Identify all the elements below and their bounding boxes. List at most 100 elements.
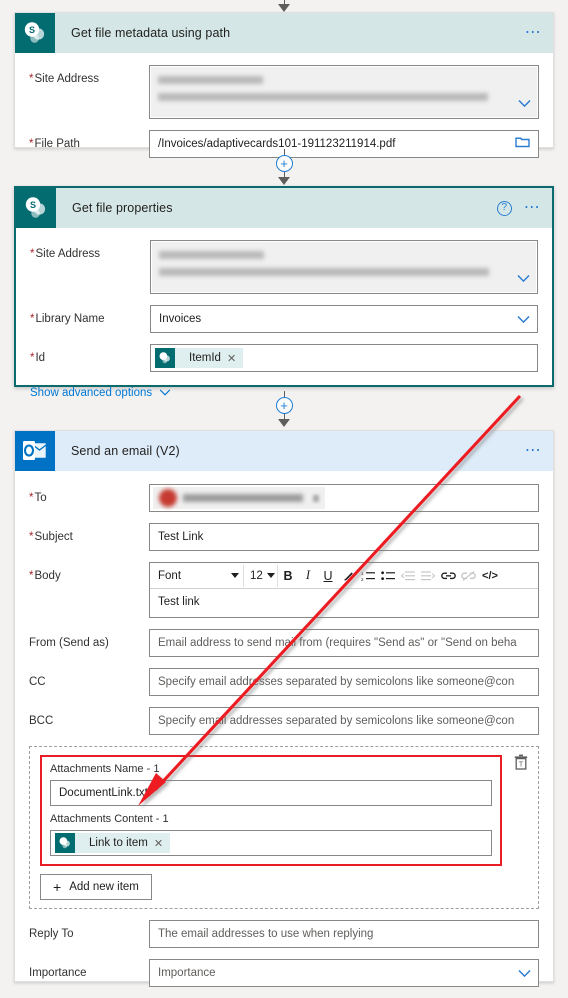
connector-insert-1: + (0, 148, 568, 186)
bold-icon[interactable]: B (278, 565, 298, 587)
to-input[interactable] (149, 484, 539, 512)
chevron-down-icon[interactable] (517, 315, 530, 324)
body-rich-text-editor[interactable]: Font 12 B I U 1 2 </> Test link (149, 562, 539, 618)
chevron-down-icon[interactable] (518, 969, 531, 978)
add-new-item-button[interactable]: + Add new item (40, 874, 152, 900)
svg-text:S: S (29, 25, 35, 35)
field-row-bcc: BCC Specify email addresses separated by… (29, 707, 539, 735)
arrow-head-icon (278, 4, 290, 12)
numbered-list-icon[interactable]: 1 2 (358, 565, 378, 587)
field-label: *Id (30, 352, 46, 364)
token-label: ItemId (189, 352, 221, 364)
font-size-select[interactable]: 12 (244, 564, 278, 587)
card-get-file-metadata-using-path[interactable]: S Get file metadata using path ⋯ *Site A… (14, 12, 554, 158)
card-menu-button[interactable]: ⋯ (525, 25, 543, 41)
field-row-from: From (Send as) Email address to send mai… (29, 629, 539, 657)
required-asterisk: * (30, 352, 35, 364)
plus-icon: + (53, 879, 62, 895)
attachments-name-label: Attachments Name - 1 (50, 763, 160, 775)
help-icon[interactable]: ? (496, 200, 512, 216)
connector-insert-2: + (0, 390, 568, 428)
underline-icon[interactable]: U (318, 565, 338, 587)
recipient-chip[interactable] (153, 487, 325, 509)
svg-text:S: S (30, 200, 36, 210)
id-input[interactable]: ItemId ✕ (150, 344, 538, 372)
field-row-subject: *Subject Test Link (29, 523, 539, 551)
card-get-file-properties[interactable]: S Get file properties ? ⋯ *Site Address (14, 186, 554, 399)
connector-top (0, 0, 568, 12)
redacted-text-line (159, 251, 264, 259)
flow-designer-canvas: S Get file metadata using path ⋯ *Site A… (0, 0, 568, 998)
field-label: Importance (29, 967, 87, 979)
card-title: Get file metadata using path (71, 26, 231, 40)
chevron-down-icon[interactable] (517, 274, 530, 283)
attachments-content-input[interactable]: Link to item ✕ (50, 830, 492, 856)
avatar (159, 489, 177, 507)
card-title: Get file properties (72, 201, 173, 215)
remove-link-icon[interactable] (458, 565, 478, 587)
text-color-icon[interactable] (338, 565, 358, 587)
sharepoint-icon: S (15, 13, 55, 53)
redacted-text-line (158, 93, 488, 101)
card-header[interactable]: S Get file metadata using path ⋯ (15, 13, 553, 53)
arrow-head-icon (278, 419, 290, 427)
field-label: BCC (29, 715, 54, 727)
attachments-name-input[interactable]: DocumentLink.txt (50, 780, 492, 806)
reply-to-input[interactable]: The email addresses to use when replying (149, 920, 539, 948)
field-row-cc: CC Specify email addresses separated by … (29, 668, 539, 696)
attachments-repeating-group: Attachments Name - 1 DocumentLink.txt At… (29, 746, 539, 909)
required-asterisk: * (29, 73, 34, 85)
dynamic-content-token[interactable]: Link to item ✕ (55, 833, 171, 853)
code-view-icon[interactable]: </> (478, 565, 502, 587)
remove-recipient-icon[interactable] (313, 494, 319, 502)
card-header[interactable]: S Get file properties ? ⋯ (16, 188, 552, 228)
field-label: *Site Address (30, 248, 101, 260)
library-name-combobox[interactable]: Invoices (150, 305, 538, 333)
from-input[interactable]: Email address to send mail from (require… (149, 629, 539, 657)
insert-step-button[interactable]: + (275, 155, 293, 172)
bcc-input[interactable]: Specify email addresses separated by sem… (149, 707, 539, 735)
field-label: *Library Name (30, 313, 105, 325)
recipient-name-redacted (183, 494, 303, 502)
insert-link-icon[interactable] (438, 565, 458, 587)
field-label: *Body (29, 570, 61, 582)
remove-token-icon[interactable]: ✕ (227, 352, 243, 365)
insert-step-button[interactable]: + (275, 397, 293, 414)
card-body: *To *Subject Test Link *Body Font 12 B I… (15, 471, 553, 998)
dynamic-content-token[interactable]: ItemId ✕ (155, 348, 244, 368)
outlook-icon (15, 431, 55, 471)
remove-token-icon[interactable]: ✕ (154, 837, 170, 850)
required-asterisk: * (30, 248, 35, 260)
indent-icon[interactable] (418, 565, 438, 587)
subject-input[interactable]: Test Link (149, 523, 539, 551)
redacted-text-line (158, 76, 263, 84)
trash-icon[interactable]: T (513, 754, 531, 772)
site-address-combobox[interactable] (150, 240, 538, 294)
bulleted-list-icon[interactable] (378, 565, 398, 587)
field-row-library-name: *Library Name Invoices (30, 305, 538, 333)
body-content[interactable]: Test link (150, 589, 538, 617)
redacted-background (152, 242, 536, 292)
attachments-content-label: Attachments Content - 1 (50, 813, 169, 825)
field-row-importance: Importance Importance (29, 959, 539, 987)
font-family-select[interactable]: Font (152, 564, 244, 587)
sharepoint-icon (55, 833, 75, 853)
card-send-an-email-v2[interactable]: Send an email (V2) ⋯ *To *Subject Test L… (14, 430, 554, 987)
font-family-value: Font (158, 569, 182, 582)
site-address-combobox[interactable] (149, 65, 539, 119)
required-asterisk: * (30, 313, 35, 325)
field-label: From (Send as) (29, 637, 109, 649)
field-label: *To (29, 492, 47, 504)
chevron-down-icon[interactable] (518, 99, 531, 108)
required-asterisk: * (29, 531, 34, 543)
card-header[interactable]: Send an email (V2) ⋯ (15, 431, 553, 471)
importance-select[interactable]: Importance (149, 959, 539, 987)
italic-icon[interactable]: I (298, 565, 318, 587)
card-menu-button[interactable]: ⋯ (524, 200, 542, 216)
cc-input[interactable]: Specify email addresses separated by sem… (149, 668, 539, 696)
card-menu-button[interactable]: ⋯ (525, 443, 543, 459)
attachments-dashed-container: Attachments Name - 1 DocumentLink.txt At… (29, 746, 539, 909)
outdent-icon[interactable] (398, 565, 418, 587)
field-label: *Subject (29, 531, 73, 543)
sharepoint-icon (155, 348, 175, 368)
